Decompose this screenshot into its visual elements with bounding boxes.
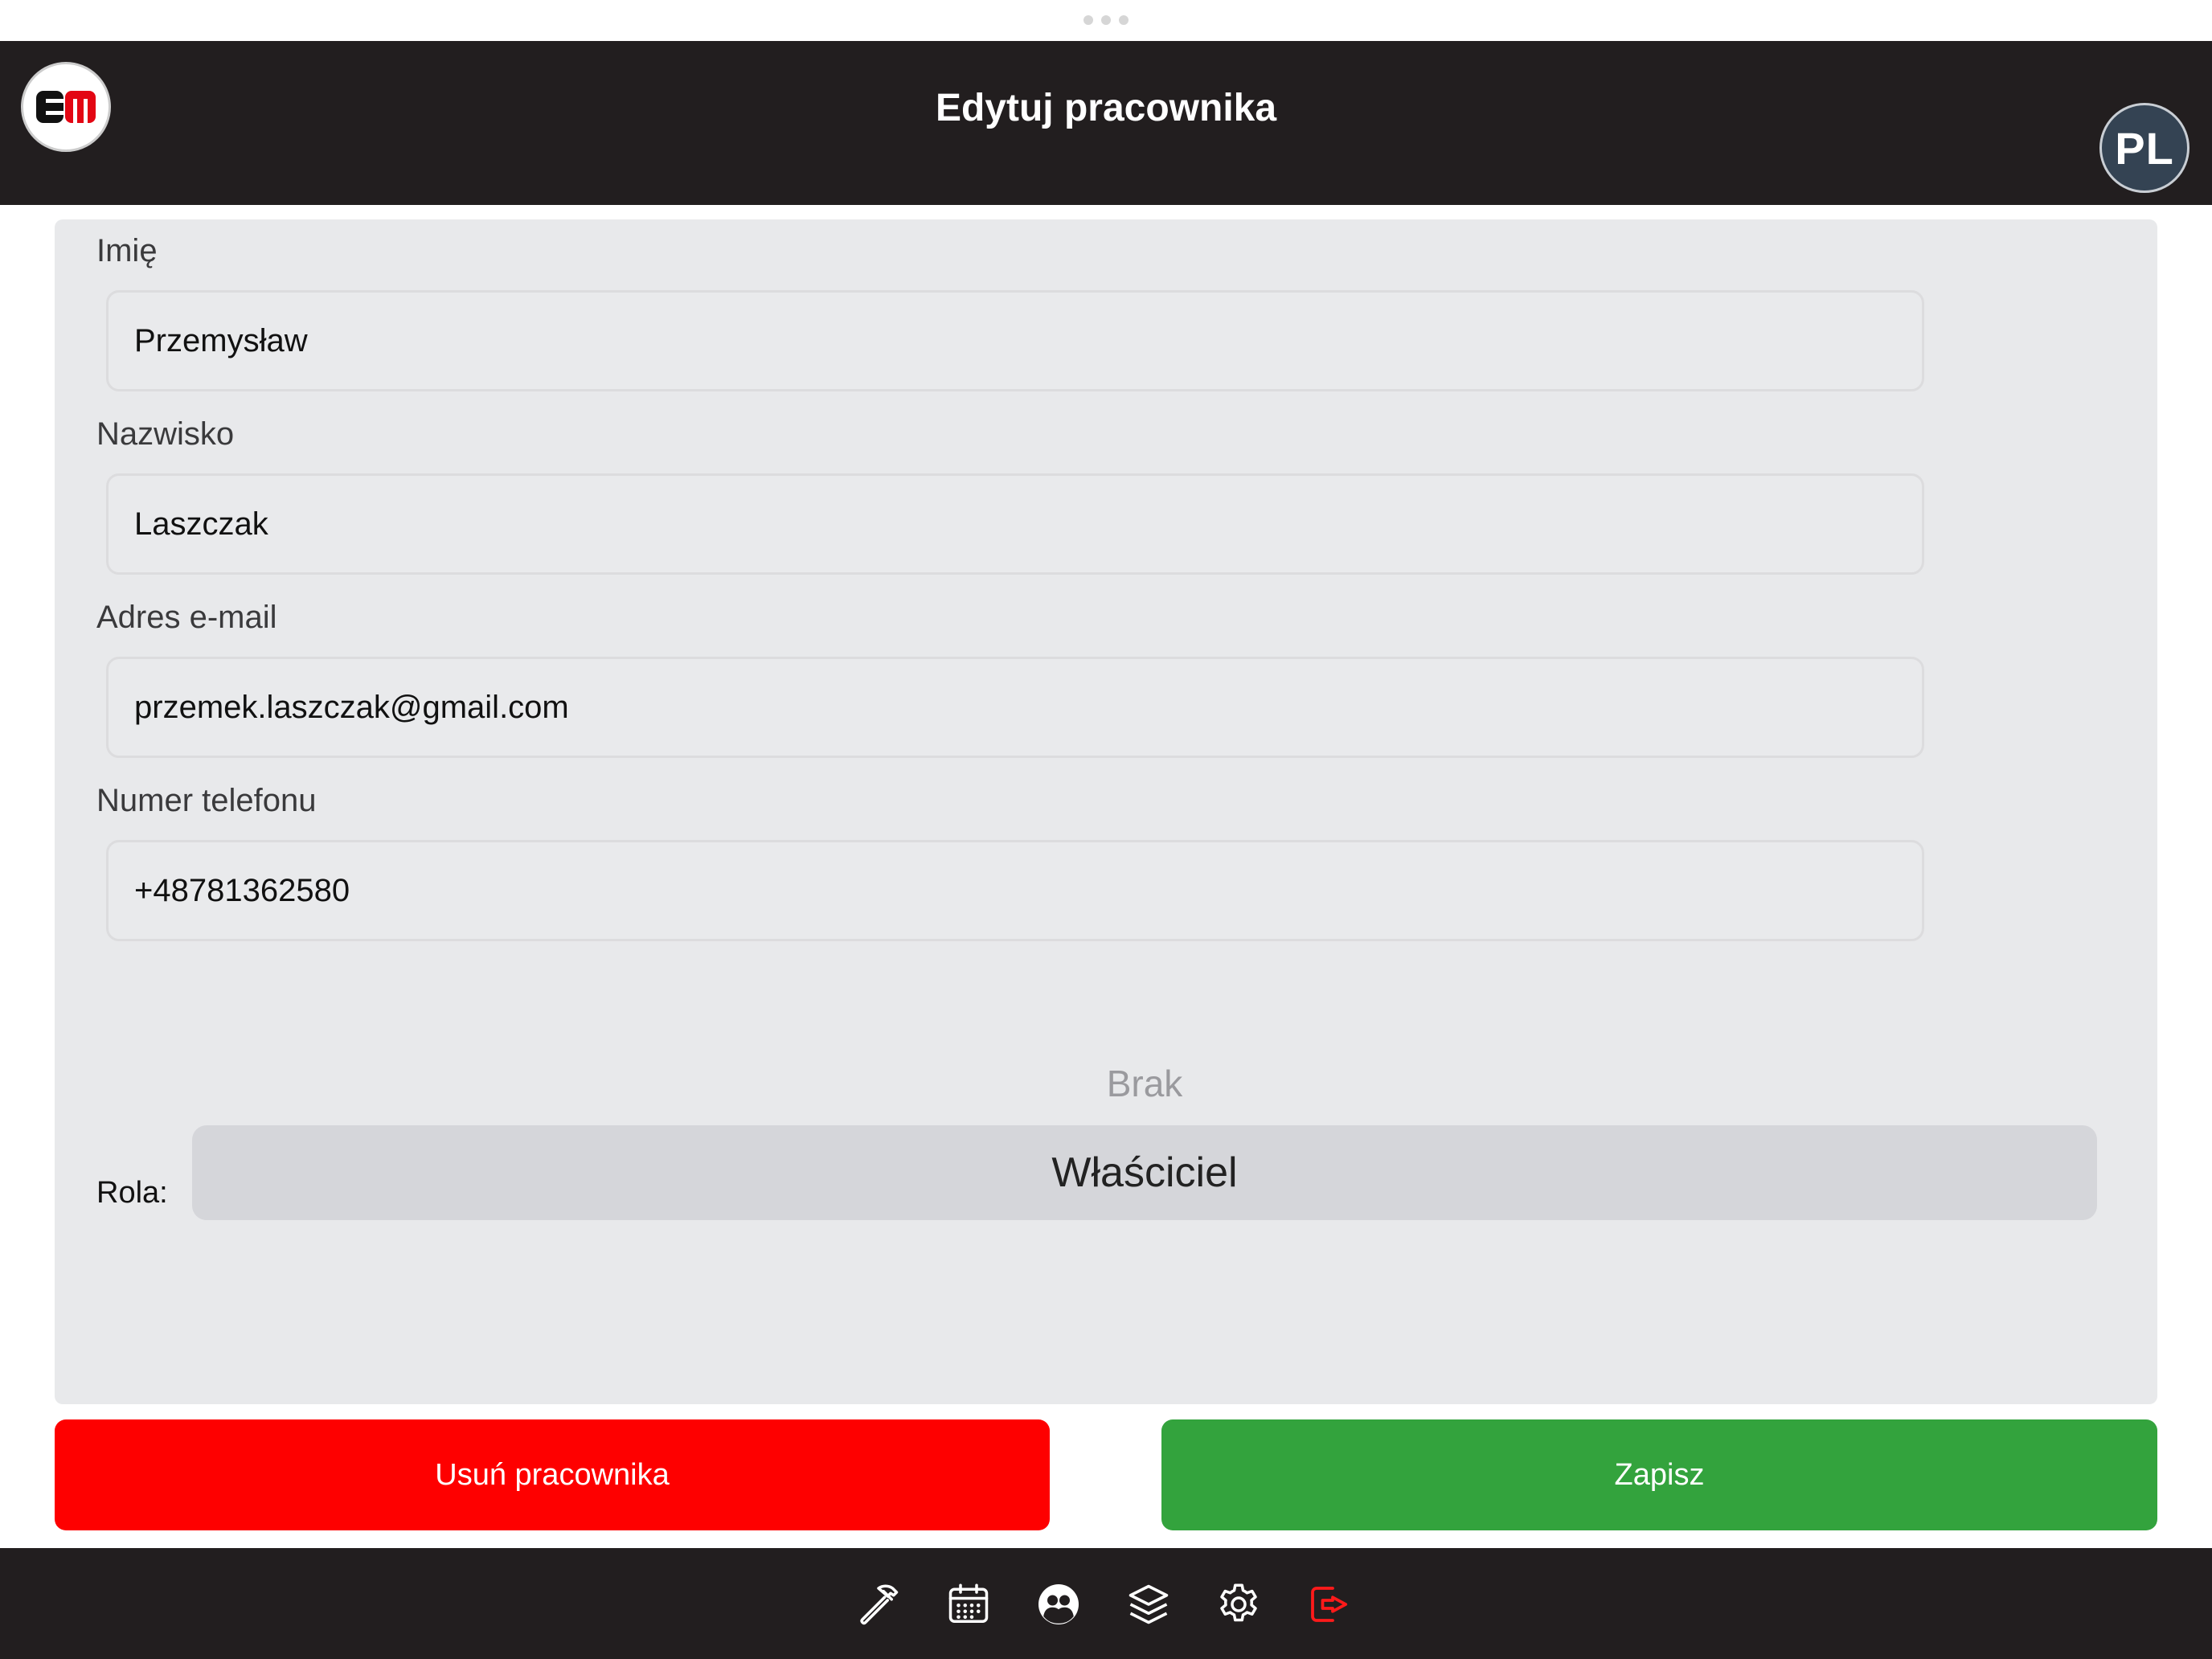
tab-tools[interactable]: [854, 1580, 903, 1628]
role-label: Rola:: [96, 1176, 168, 1210]
tab-employees[interactable]: [1034, 1580, 1083, 1628]
layers-icon: [1129, 1584, 1169, 1624]
multitasking-dot: [1119, 15, 1129, 25]
user-avatar[interactable]: PL: [2099, 103, 2189, 193]
gear-icon: [1220, 1583, 1257, 1622]
email-label: Adres e-mail: [96, 600, 277, 635]
multitasking-dot: [1101, 15, 1111, 25]
users-icon: [1038, 1584, 1079, 1624]
save-button[interactable]: Zapisz: [1161, 1419, 2157, 1530]
first-name-label: Imię: [96, 233, 158, 268]
calendar-icon: [948, 1583, 989, 1623]
tab-icons: [854, 1580, 1353, 1628]
tab-calendar[interactable]: [944, 1580, 993, 1628]
role-option-none[interactable]: Brak: [192, 1059, 2097, 1108]
tab-logout[interactable]: [1305, 1580, 1353, 1628]
phone-input[interactable]: [106, 840, 1924, 941]
tab-layers[interactable]: [1124, 1580, 1173, 1628]
last-name-input[interactable]: [106, 473, 1924, 575]
delete-employee-button[interactable]: Usuń pracownika: [55, 1419, 1050, 1530]
page-title: Edytuj pracownika: [935, 87, 1277, 129]
phone-label: Numer telefonu: [96, 783, 317, 818]
tab-settings[interactable]: [1215, 1580, 1263, 1628]
multitasking-handle[interactable]: [1083, 15, 1129, 27]
hammer-icon: [860, 1584, 899, 1625]
first-name-input[interactable]: [106, 290, 1924, 391]
logout-icon: [1311, 1587, 1348, 1622]
email-input[interactable]: [106, 657, 1924, 758]
last-name-label: Nazwisko: [96, 416, 235, 452]
employee-form: Imię Nazwisko Adres e-mail Numer telefon…: [55, 219, 2157, 1404]
role-picker-selected[interactable]: Właściciel: [192, 1125, 2097, 1220]
multitasking-dot: [1083, 15, 1093, 25]
app-screen: Edytuj pracownika PL Imię Nazwisko Adres…: [0, 0, 2212, 1659]
